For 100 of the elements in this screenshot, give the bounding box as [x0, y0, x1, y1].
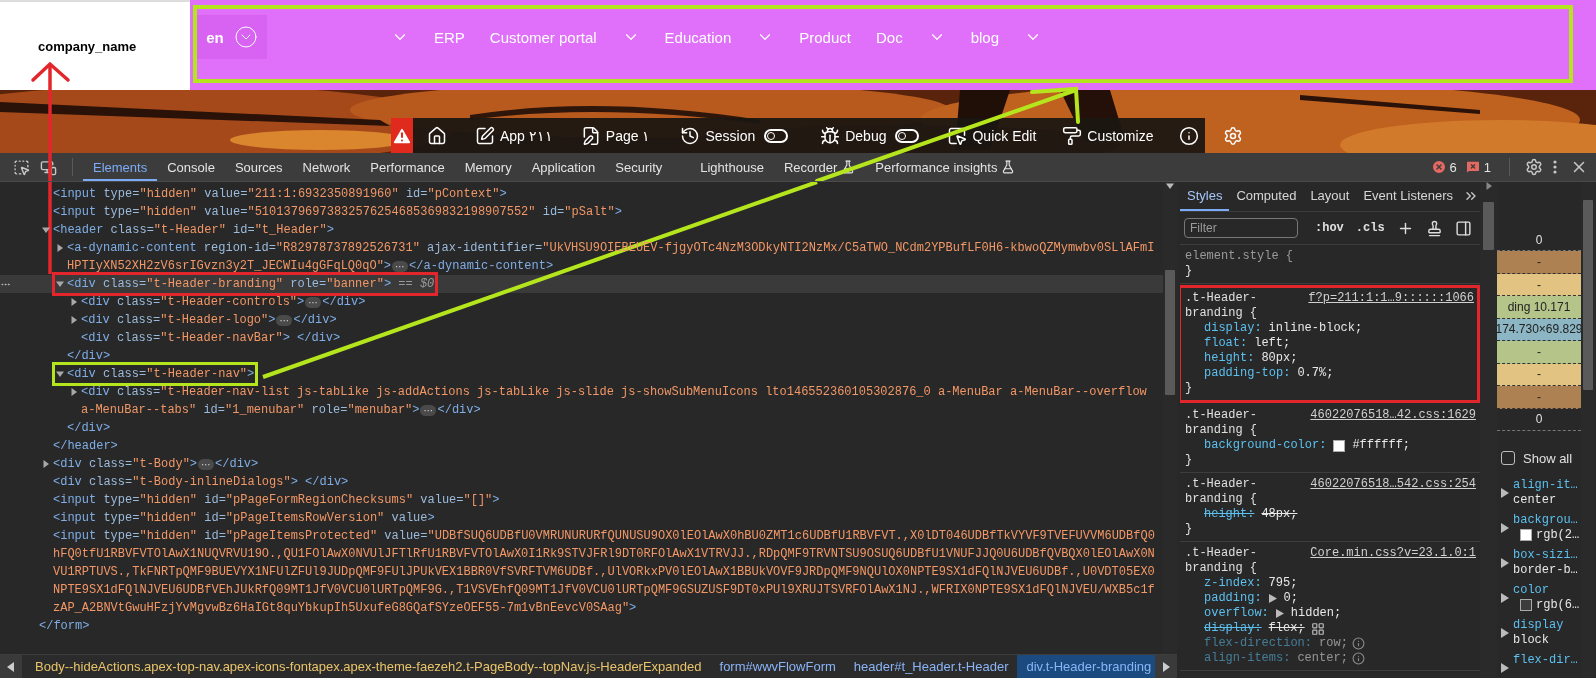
- code-text: <input type="hidden" value="51013796973832576254685369832198907552" id="pSalt">: [53, 205, 622, 219]
- tree-row[interactable]: <div class="t-Header-logo"> ⋯ </div>: [0, 311, 1163, 329]
- css-value: center;: [1297, 651, 1348, 666]
- breadcrumb[interactable]: div.t-Header-branding: [1017, 655, 1155, 678]
- code-text: NPTE9SX1dFQlNJVEU6UDBfVEhJUkRfQ09MT1JfV0VCU0lURTpQMF9G.,T1VSVEhfQ09MT1JfV0VCU0lURTpQMF9GSUZUSF9DT0xPUl9XRUJTSVRFOlAwX1NJ.,WFRIX0NPTE9SX1dFQlNJVEU/WXB5c1f: [53, 583, 1155, 597]
- toolbar-button[interactable]: Quick Edit: [935, 118, 1049, 153]
- computed-value: rgb(2…: [1536, 527, 1580, 543]
- tree-row[interactable]: <input type="hidden" id="pPageFormRegionChecksums" value="[]">: [0, 491, 1163, 509]
- code-text: </div>: [67, 349, 111, 363]
- expand-ellipsis[interactable]: ⋯: [198, 458, 215, 470]
- toolbar-button[interactable]: Session: [664, 118, 805, 153]
- code-text: hFQ0tfU1RBVFVTOlAwX1NUQVRVU19O.,QU1FOlAwX0NVUlJFTlRfU1RBVFVTOlAwX0I1Rk9STVJFRl9DT0RFOlAwX1VTRVJJ.,RDpQMF9TRVNTSU9OSUQ6UDBfU1VNUFJJQ0U6UDBfQVBQX0lEOlAwX0N: [53, 547, 1155, 561]
- tree-row[interactable]: <div class="t-Header-navBar"> </div>: [0, 329, 1163, 347]
- box-model-value: -: [1497, 341, 1581, 364]
- toolbar-button[interactable]: App ٢١١: [461, 118, 567, 153]
- toolbar-button[interactable]: Page ١: [566, 118, 665, 153]
- tree-row[interactable]: <input type="hidden" id="pPageItemsRowVersion" value>: [0, 509, 1163, 527]
- computed-property: backgrou…: [1513, 512, 1579, 528]
- breadcrumb[interactable]: header#t_Header.t-Header: [844, 655, 1018, 678]
- code-text: <div class="t-Body">: [53, 457, 198, 471]
- css-property: padding:: [1204, 591, 1262, 606]
- code-text: <div class="t-Body-inlineDialogs"> </div>: [53, 475, 349, 489]
- expand-ellipsis[interactable]: ⋯: [276, 314, 293, 326]
- breadcrumb[interactable]: Body--hideActions.apex-top-nav.apex-icons-fontapex.apex-theme-faezeh2.t-PageBody--topNav.js-HeaderExpanded: [26, 655, 711, 678]
- code-text: </div>: [293, 313, 337, 327]
- box-model-value: -: [1497, 363, 1581, 387]
- source-link[interactable]: 46022076518…42.css:1629: [1310, 408, 1476, 423]
- expand-ellipsis[interactable]: ⋯: [305, 296, 322, 308]
- devtools-tab[interactable]: Lighthouse: [690, 153, 774, 181]
- code-text: </div>: [322, 295, 366, 309]
- styles-tab[interactable]: Styles: [1180, 188, 1230, 211]
- styles-tab[interactable]: Layout: [1303, 188, 1357, 211]
- code-text: HPTIyXN52XH2zV6srIGvzn3y2T_JECWIu4gGFqLQ0qO">: [67, 259, 392, 273]
- box-model-value: -: [1497, 273, 1581, 297]
- devtools-tab[interactable]: Console: [157, 153, 225, 181]
- devtools-tab[interactable]: Memory: [454, 153, 522, 181]
- tree-row[interactable]: <div class="t-Header-branding" role="banner"> == $0: [0, 275, 1163, 293]
- source-link[interactable]: f?p=211:1:1…9::::::1066: [1308, 291, 1474, 306]
- styles-tab[interactable]: Computed: [1229, 188, 1304, 211]
- code-text: VU1RPTUVS.,TkFNRTpQMF9BUEVYX1NFUlZFUl9JUDpQMF9FUlJPUkVEX1BBR0VfSVRFTVM6UDBf.,UlVORkxPV0lEOlAwX1BBUkVOVF9JRDpQMF9NQUlOX0NPTE9SX1dFQlNJVEU6UDBf.,U0VDT05EX0: [53, 565, 1155, 579]
- css-value: row;: [1319, 636, 1348, 651]
- devtools-tab[interactable]: Performance insights: [865, 153, 1026, 181]
- filter-field[interactable]: Filter: [1184, 218, 1298, 238]
- code-text: <input type="hidden" id="pPageItemsRowVersion" value>: [53, 511, 435, 525]
- css-value: 0.7%;: [1297, 366, 1334, 381]
- devtools-tab[interactable]: Network: [292, 153, 361, 181]
- code-text: <input type="hidden" id="pPageItemsProtected" value="UDBfSUQ6UDBfU0VMRUNURURfQUNUSU9OX0lEOlAwX0hBU0ZMT1c6UDBfU1RBVFVT.,X0lDT046UDBfTkVYVF9TVEFUVVM6UDBfQ0: [53, 529, 1155, 543]
- css-selector: .t-Header-branding {: [1185, 408, 1258, 438]
- closing-brace: }: [1185, 264, 1194, 279]
- cls-button[interactable]: .cls: [1350, 221, 1390, 235]
- code-text: <input type="hidden" id="pPageFormRegionChecksums" value="[]">: [53, 493, 500, 507]
- code-text: <header class="t-Header" id="t_Header">: [53, 223, 334, 237]
- devtools-tab[interactable]: Security: [605, 153, 673, 181]
- show-all-checkbox[interactable]: Show all: [1501, 450, 1581, 466]
- code-text: </div>: [215, 457, 259, 471]
- code-text: <div class="t-Header-controls">: [81, 295, 305, 309]
- styles-tab[interactable]: Event Listeners: [1356, 188, 1461, 211]
- code-text: </div>: [437, 403, 481, 417]
- css-property: float:: [1204, 336, 1248, 351]
- devtools-tab[interactable]: Performance: [360, 153, 455, 181]
- css-property: display:: [1204, 321, 1262, 336]
- css-property: align-items:: [1204, 651, 1291, 666]
- box-model-value: -: [1497, 386, 1581, 409]
- expand-ellipsis[interactable]: ⋯: [392, 260, 409, 272]
- source-link[interactable]: 46022076518…542.css:254: [1310, 477, 1476, 492]
- code-text: <div class="t-Header-branding" role="banner"> == $0: [67, 277, 435, 291]
- devtools-tab[interactable]: Application: [521, 153, 606, 181]
- breadcrumb[interactable]: form#wwvFlowForm: [710, 655, 845, 678]
- computed-value: border-b…: [1513, 562, 1578, 578]
- code-text: a-MenuBar--tabs" id="1_menubar" role="menubar">: [81, 403, 420, 417]
- code-text: </header>: [53, 439, 118, 453]
- css-selector: .t-Header-branding {: [1185, 477, 1258, 507]
- toolbar-button[interactable]: Debug: [804, 118, 936, 153]
- code-text: </form>: [39, 619, 90, 633]
- devtools-tab[interactable]: Recorder: [773, 153, 866, 181]
- css-value: left;: [1254, 336, 1291, 351]
- tree-row[interactable]: <input type="hidden" value="211:1:6932350891960" id="pContext">: [0, 185, 1163, 203]
- css-property: padding-top:: [1204, 366, 1291, 381]
- css-property: z-index:: [1204, 576, 1262, 591]
- tree-row[interactable]: <header class="t-Header" id="t_Header">: [0, 221, 1163, 239]
- error-count: 6: [1449, 159, 1457, 175]
- source-link[interactable]: Core.min.css?v=23.1.0:1: [1310, 546, 1476, 561]
- issue-count: 1: [1483, 159, 1491, 175]
- css-value: #ffffff;: [1352, 438, 1411, 453]
- toolbar-button[interactable]: Customize: [1048, 118, 1168, 153]
- hov-button[interactable]: :hov: [1310, 221, 1349, 235]
- devtools-tab[interactable]: Sources: [224, 153, 293, 181]
- tree-row[interactable]: <div class="t-Body-inlineDialogs"> </div>: [0, 473, 1163, 491]
- computed-property: align-it…: [1513, 477, 1578, 493]
- closing-brace: }: [1185, 522, 1194, 537]
- tree-row[interactable]: <div class="t-Header-nav">: [0, 365, 1163, 383]
- code-text: <div class="t-Header-navBar"> </div>: [81, 331, 341, 345]
- tree-row[interactable]: <div class="t-Body"> ⋯ </div>: [0, 455, 1163, 473]
- tree-row[interactable]: <div class="t-Header-controls"> ⋯ </div>: [0, 293, 1163, 311]
- code-text: <div class="t-Header-nav">: [67, 367, 255, 381]
- box-model-value: 174.730×69.829: [1497, 318, 1581, 342]
- css-selector: .t-Header-branding {: [1185, 291, 1258, 321]
- computed-value: rgb(6…: [1536, 597, 1580, 613]
- tree-row[interactable]: <input type="hidden" value="51013796973832576254685369832198907552" id="pSalt">: [0, 203, 1163, 221]
- expand-ellipsis[interactable]: ⋯: [420, 404, 437, 416]
